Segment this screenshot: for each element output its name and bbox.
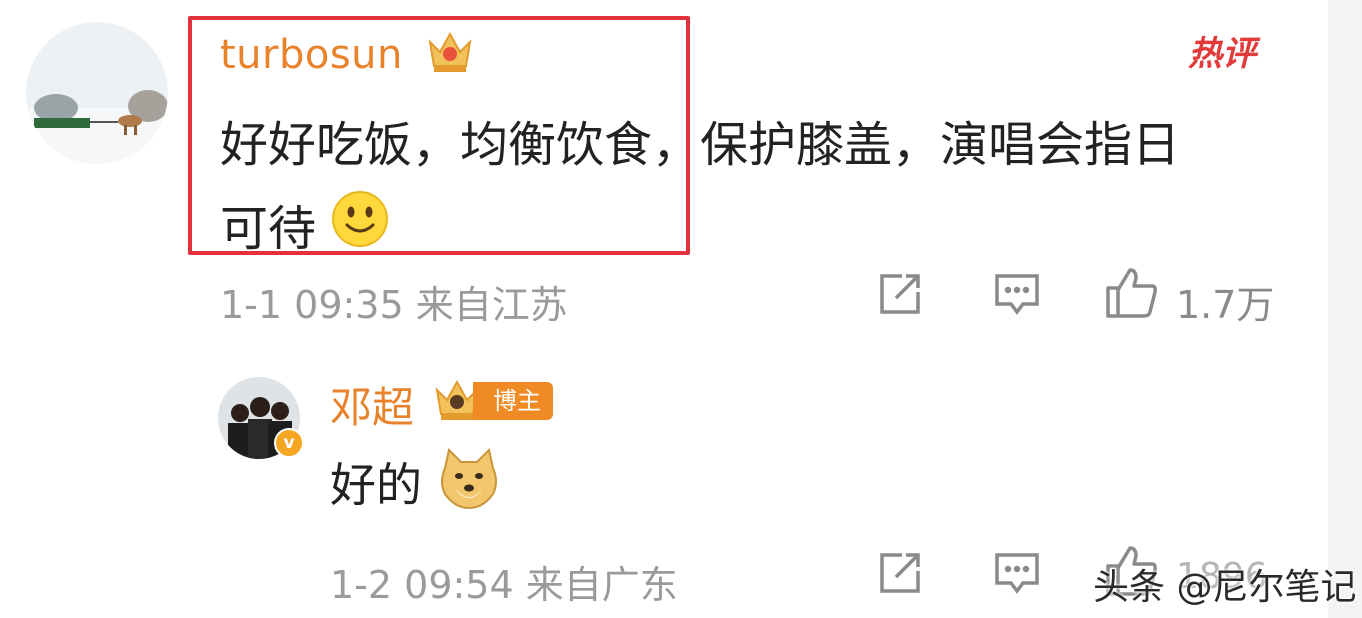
share-icon[interactable] bbox=[876, 549, 924, 601]
avatar[interactable] bbox=[26, 22, 168, 164]
doge-icon bbox=[437, 448, 501, 529]
reply-username[interactable]: 邓超 bbox=[330, 374, 414, 435]
reply-text: 好的 bbox=[330, 448, 501, 529]
like-thumb-icon[interactable] bbox=[1104, 266, 1160, 324]
reply-text-content: 好的 bbox=[330, 458, 422, 512]
blogger-tag: 博主 bbox=[473, 382, 553, 420]
scroll-edge bbox=[1328, 0, 1362, 618]
comment-meta: 1-1 09:35 来自江苏 bbox=[220, 283, 568, 327]
like-count: 1.7万 bbox=[1176, 283, 1275, 327]
highlight-box bbox=[188, 16, 690, 255]
comment-icon[interactable] bbox=[993, 272, 1041, 322]
hot-comment-badge: 热评 bbox=[1188, 34, 1256, 74]
share-icon[interactable] bbox=[876, 270, 924, 322]
verified-v-icon: v bbox=[274, 428, 304, 458]
reply-meta: 1-2 09:54 来自广东 bbox=[330, 563, 678, 607]
comment-icon[interactable] bbox=[993, 551, 1041, 601]
watermark: 头条 @尼尔笔记 bbox=[1093, 567, 1357, 608]
